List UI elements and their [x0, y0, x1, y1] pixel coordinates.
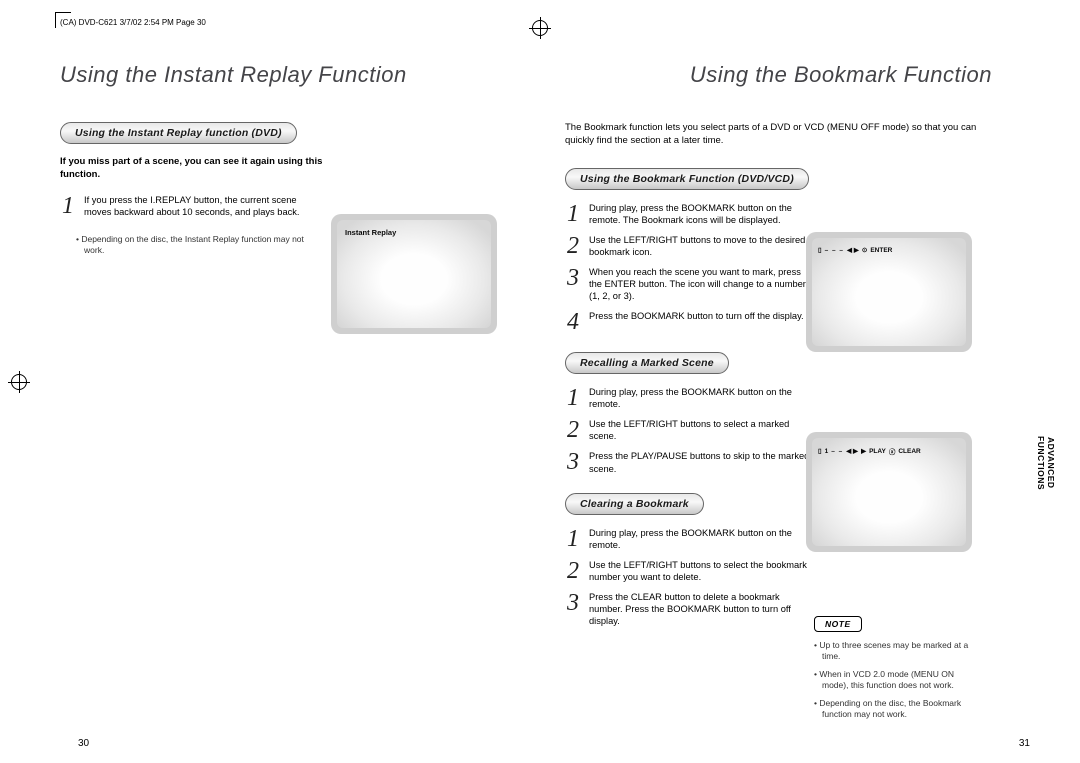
step-number: 2	[565, 234, 581, 258]
step-text: When you reach the scene you want to mar…	[589, 266, 815, 302]
crop-mark-icon	[55, 12, 71, 28]
left-page: Using the Instant Replay Function Using …	[60, 62, 535, 635]
step-number: 1	[565, 386, 581, 410]
play-label: PLAY	[869, 448, 886, 455]
right-page: Using the Bookmark Function The Bookmark…	[565, 62, 1040, 635]
right-page-title: Using the Bookmark Function	[565, 62, 1040, 88]
screen-preview: ▯ 1 – – ◀ ▶ ▶ PLAY ⓧ CLEAR	[806, 432, 972, 552]
step-row: 4 Press the BOOKMARK button to turn off …	[565, 310, 815, 334]
enter-label: ENTER	[870, 247, 892, 254]
note-title: NOTE	[814, 616, 862, 632]
screen-preview: Instant Replay	[331, 214, 497, 334]
osd-placeholders: – –	[831, 448, 843, 455]
step-text: During play, press the BOOKMARK button o…	[589, 386, 815, 410]
play-icon: ▶	[861, 447, 866, 455]
step-row: 1 During play, press the BOOKMARK button…	[565, 202, 815, 226]
step-row: 1 During play, press the BOOKMARK button…	[565, 527, 815, 551]
step-number: 3	[565, 450, 581, 474]
registration-mark-icon	[529, 17, 551, 39]
page-number-left: 30	[78, 738, 89, 749]
osd-placeholders: – – –	[825, 247, 844, 254]
section-pill-clear: Clearing a Bookmark	[565, 493, 704, 515]
note-bullet: Depending on the disc, the Bookmark func…	[822, 698, 972, 721]
step-text: Press the PLAY/PAUSE buttons to skip to …	[589, 450, 815, 474]
step-text: During play, press the BOOKMARK button o…	[589, 527, 815, 551]
arrows-icon: ◀ ▶	[847, 246, 859, 254]
step-text: Press the BOOKMARK button to turn off th…	[589, 310, 804, 322]
bookmark-icon: ▯	[818, 246, 822, 254]
side-tab: ADVANCED FUNCTIONS	[1036, 436, 1056, 490]
step-row: 3 Press the CLEAR button to delete a boo…	[565, 591, 815, 627]
step-row: 2 Use the LEFT/RIGHT buttons to select a…	[565, 418, 815, 442]
step-row: 1 If you press the I.REPLAY button, the …	[60, 194, 315, 218]
step-number: 2	[565, 418, 581, 442]
arrows-icon: ◀ ▶	[846, 447, 858, 455]
section-pill-bookmark: Using the Bookmark Function (DVD/VCD)	[565, 168, 809, 190]
step-text: If you press the I.REPLAY button, the cu…	[84, 194, 315, 218]
step-number: 1	[60, 194, 76, 218]
section-pill-instant-replay: Using the Instant Replay function (DVD)	[60, 122, 297, 144]
step-number: 1	[565, 202, 581, 226]
screen-preview: ▯ – – – ◀ ▶ ⊙ ENTER	[806, 232, 972, 352]
step-number: 2	[565, 559, 581, 583]
enter-icon: ⊙	[862, 246, 867, 254]
clear-label: CLEAR	[898, 448, 920, 455]
side-tab-line: FUNCTIONS	[1036, 436, 1046, 490]
left-page-title: Using the Instant Replay Function	[60, 62, 535, 88]
step-row: 3 When you reach the scene you want to m…	[565, 266, 815, 302]
osd-bar: ▯ – – – ◀ ▶ ⊙ ENTER	[818, 246, 892, 254]
intro-text: The Bookmark function lets you select pa…	[565, 122, 990, 148]
note-bullet: Depending on the disc, the Instant Repla…	[84, 234, 325, 257]
step-text: Use the LEFT/RIGHT buttons to select a m…	[589, 418, 815, 442]
osd-mark-number: 1	[825, 448, 829, 455]
step-row: 3 Press the PLAY/PAUSE buttons to skip t…	[565, 450, 815, 474]
step-number: 1	[565, 527, 581, 551]
notes-block: NOTE Up to three scenes may be marked at…	[814, 614, 972, 727]
osd-bar: ▯ 1 – – ◀ ▶ ▶ PLAY ⓧ CLEAR	[818, 446, 921, 456]
note-bullet: Up to three scenes may be marked at a ti…	[822, 640, 972, 663]
step-row: 2 Use the LEFT/RIGHT buttons to select t…	[565, 559, 815, 583]
step-text: Use the LEFT/RIGHT buttons to move to th…	[589, 234, 815, 258]
step-text: During play, press the BOOKMARK button o…	[589, 202, 815, 226]
step-text: Use the LEFT/RIGHT buttons to select the…	[589, 559, 815, 583]
intro-text: If you miss part of a scene, you can see…	[60, 156, 325, 182]
step-number: 4	[565, 310, 581, 334]
registration-mark-left-icon	[8, 371, 30, 393]
screen-label: Instant Replay	[345, 228, 396, 237]
bookmark-icon: ▯	[818, 447, 822, 455]
step-row: 1 During play, press the BOOKMARK button…	[565, 386, 815, 410]
step-row: 2 Use the LEFT/RIGHT buttons to move to …	[565, 234, 815, 258]
step-number: 3	[565, 266, 581, 290]
page-number-right: 31	[1019, 738, 1030, 749]
note-bullet: When in VCD 2.0 mode (MENU ON mode), thi…	[822, 669, 972, 692]
clear-icon: ⓧ	[889, 446, 896, 456]
step-text: Press the CLEAR button to delete a bookm…	[589, 591, 815, 627]
step-number: 3	[565, 591, 581, 615]
section-pill-recall: Recalling a Marked Scene	[565, 352, 729, 374]
side-tab-line: ADVANCED	[1046, 437, 1056, 489]
